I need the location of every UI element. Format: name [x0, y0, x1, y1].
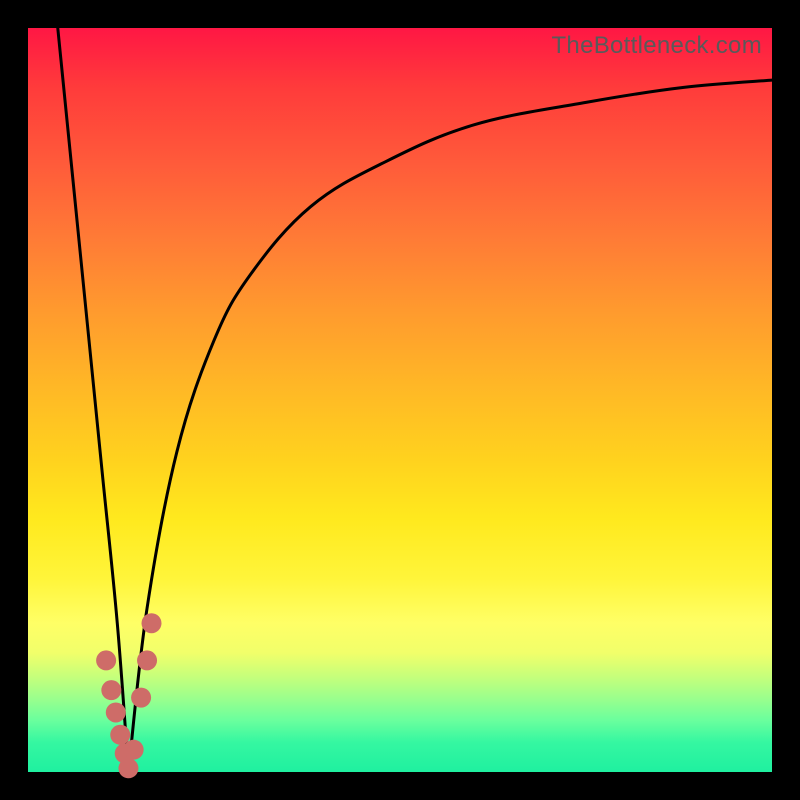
- chart-frame: TheBottleneck.com: [0, 0, 800, 800]
- highlight-marker: [96, 650, 116, 670]
- chart-svg: [28, 28, 772, 772]
- highlight-marker: [137, 650, 157, 670]
- marker-group: [96, 613, 161, 778]
- right-branch-line: [128, 80, 772, 772]
- highlight-marker: [131, 688, 151, 708]
- highlight-marker: [110, 725, 130, 745]
- plot-area: TheBottleneck.com: [28, 28, 772, 772]
- highlight-marker: [106, 702, 126, 722]
- curve-group: [58, 28, 772, 772]
- left-branch-line: [58, 28, 129, 772]
- highlight-marker: [142, 613, 162, 633]
- highlight-marker: [124, 740, 144, 760]
- highlight-marker: [101, 680, 121, 700]
- highlight-marker: [118, 758, 138, 778]
